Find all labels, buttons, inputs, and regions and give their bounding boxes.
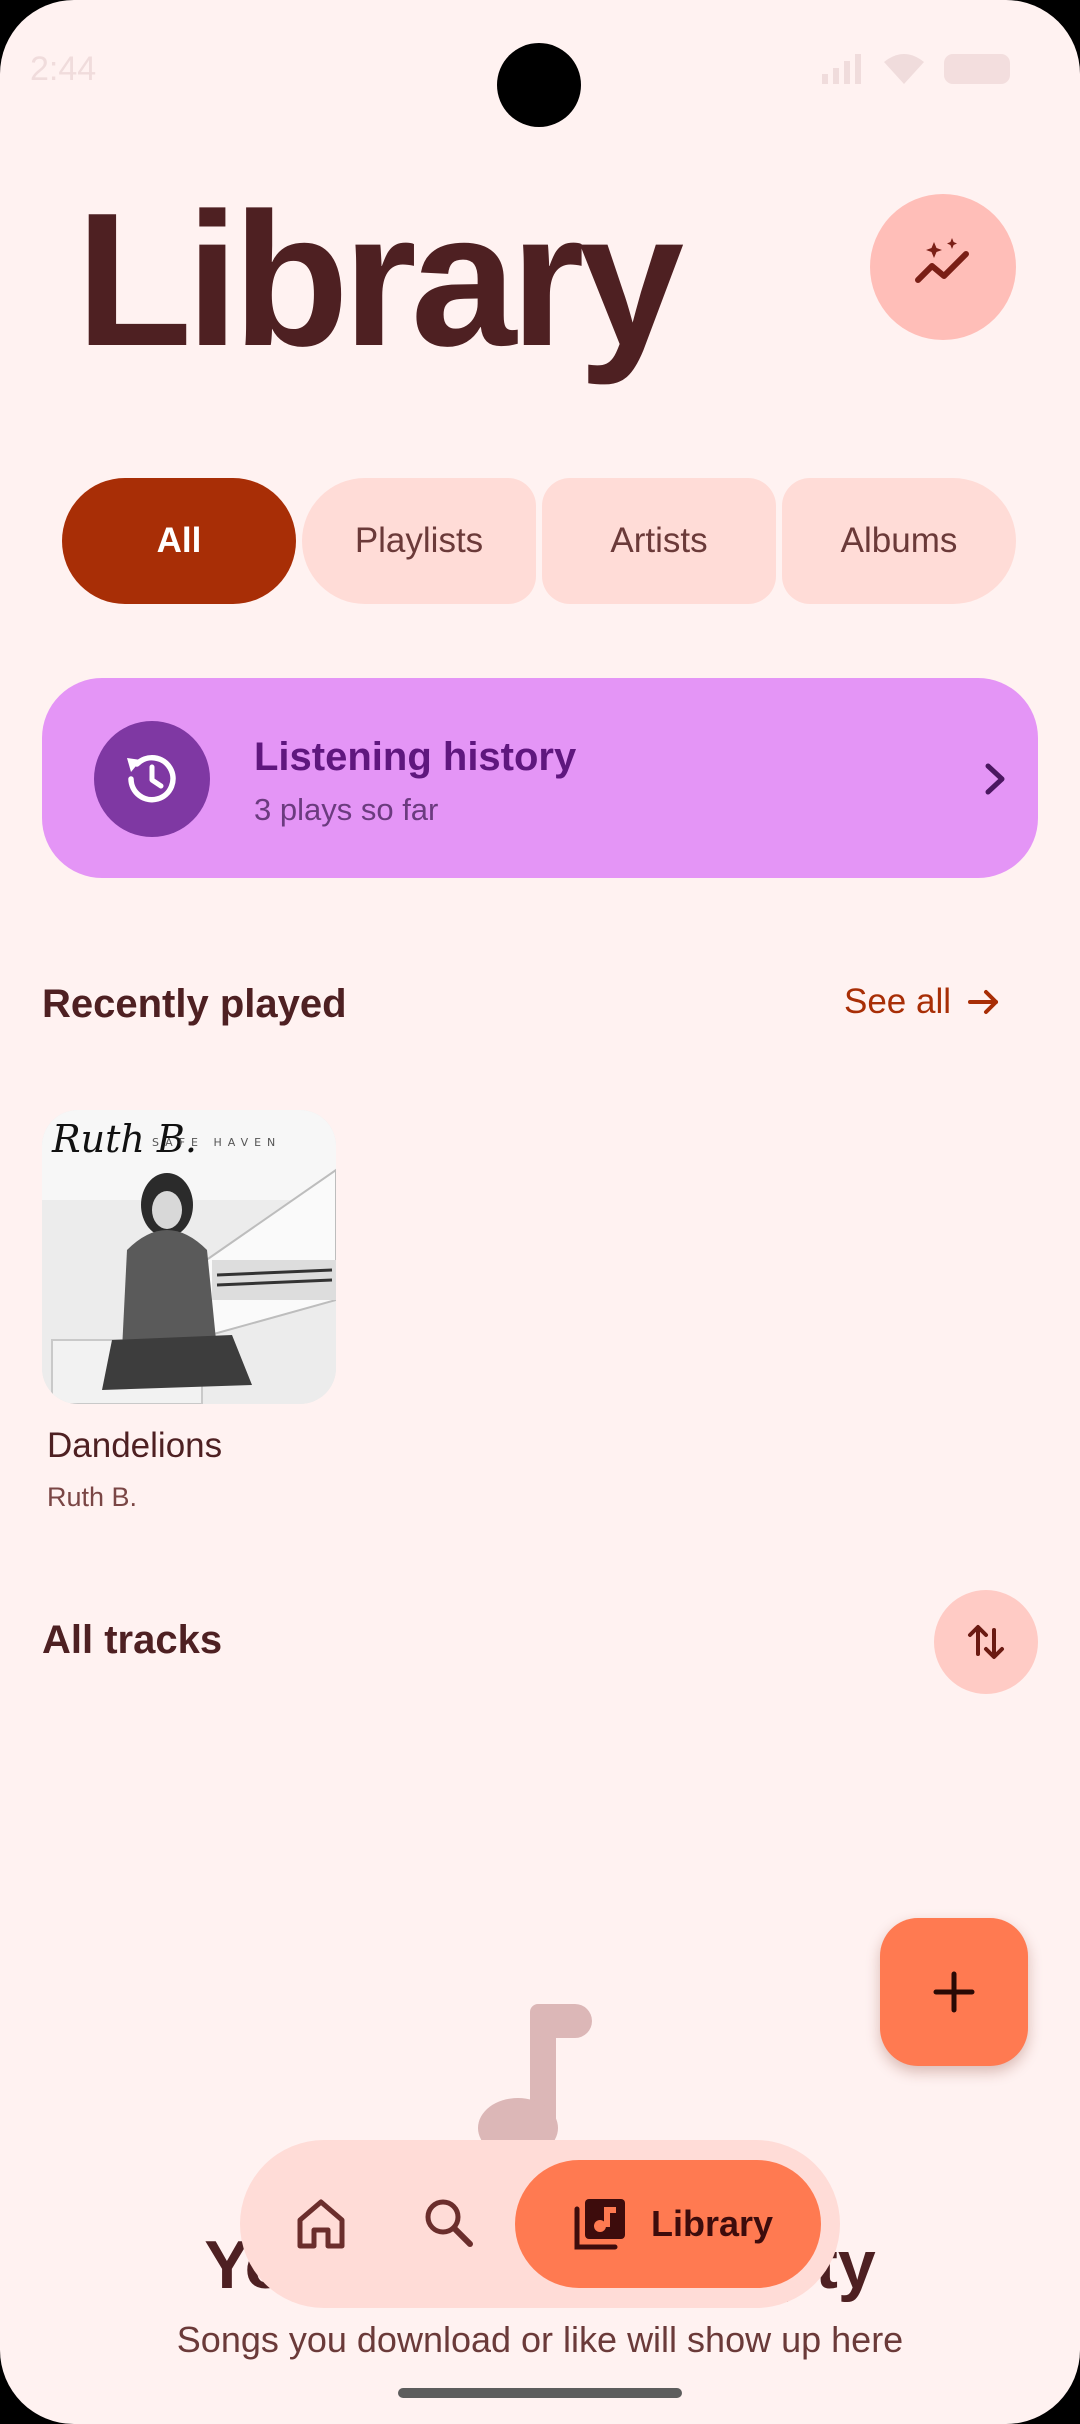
swap-vert-icon bbox=[968, 1625, 1004, 1659]
sort-button[interactable] bbox=[934, 1590, 1038, 1694]
chip-all[interactable]: All bbox=[62, 478, 296, 604]
chevron-right-icon bbox=[985, 763, 1005, 795]
history-icon-badge bbox=[94, 721, 210, 837]
see-all-button[interactable]: See all bbox=[844, 982, 1003, 1022]
album-art-caption: SAFE HAVEN bbox=[152, 1136, 281, 1149]
insights-button[interactable] bbox=[870, 194, 1016, 340]
library-music-icon bbox=[574, 2199, 625, 2250]
plus-icon bbox=[933, 1971, 975, 2013]
chip-playlists[interactable]: Playlists bbox=[302, 478, 536, 604]
status-icons bbox=[820, 52, 1010, 86]
history-icon bbox=[127, 755, 176, 803]
album-art[interactable]: Ruth B. SAFE HAVEN bbox=[42, 1110, 336, 1404]
battery-icon bbox=[944, 54, 1010, 84]
album-artist: Ruth B. bbox=[47, 1482, 138, 1512]
bottom-navigation: Library bbox=[240, 2140, 840, 2308]
nav-search[interactable] bbox=[420, 2194, 478, 2257]
filter-chip-group: All Playlists Artists Albums bbox=[62, 478, 1016, 604]
arrow-right-icon bbox=[968, 990, 999, 1014]
album-cover-image: Ruth B. SAFE HAVEN bbox=[42, 1110, 336, 1404]
search-icon bbox=[425, 2199, 473, 2247]
sparkle-trend-icon bbox=[915, 238, 969, 283]
gesture-bar[interactable] bbox=[398, 2388, 682, 2398]
listening-history-card[interactable]: Listening history 3 plays so far bbox=[42, 678, 1038, 878]
recently-played-heading: Recently played bbox=[42, 982, 347, 1026]
see-all-label: See all bbox=[844, 982, 952, 1021]
music-note-icon bbox=[478, 2004, 592, 2158]
status-time: 2:44 bbox=[30, 50, 97, 88]
all-tracks-heading: All tracks bbox=[42, 1618, 223, 1662]
chip-artists[interactable]: Artists bbox=[542, 478, 776, 604]
nav-library[interactable]: Library bbox=[515, 2160, 821, 2288]
page-title: Library bbox=[76, 174, 684, 386]
library-screen: 2:44 Library All Playlists Artists Album… bbox=[0, 0, 1080, 2424]
camera-cutout bbox=[497, 43, 581, 127]
signal-icon bbox=[822, 54, 861, 84]
empty-state-subtitle: Songs you download or like will show up … bbox=[176, 2319, 904, 2360]
nav-library-label: Library bbox=[651, 2203, 774, 2244]
history-title: Listening history bbox=[254, 735, 577, 779]
home-icon bbox=[297, 2199, 345, 2249]
history-subtitle: 3 plays so far bbox=[254, 792, 439, 827]
nav-home[interactable] bbox=[292, 2194, 350, 2257]
wifi-icon bbox=[884, 54, 924, 84]
album-title: Dandelions bbox=[47, 1426, 223, 1465]
chip-albums[interactable]: Albums bbox=[782, 478, 1016, 604]
add-fab[interactable] bbox=[880, 1918, 1028, 2066]
